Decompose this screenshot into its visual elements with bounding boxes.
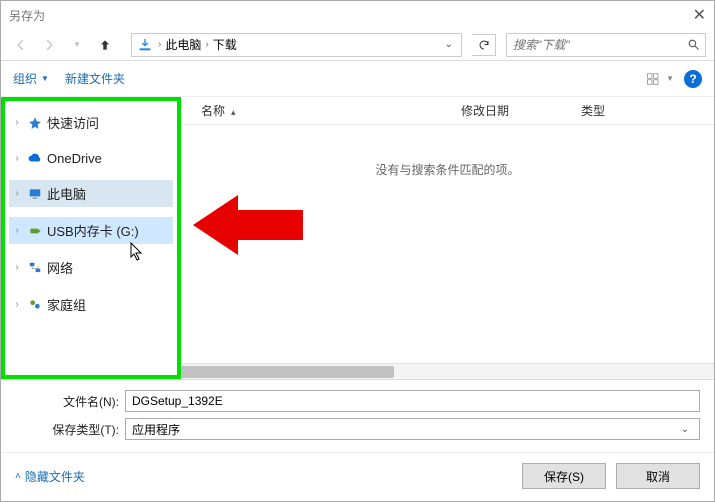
annotation-arrow [193, 185, 313, 265]
save-as-dialog: 另存为 ✕ ▾ › 此电脑 › 下载 ⌄ [0, 0, 715, 502]
recent-dropdown[interactable]: ▾ [65, 33, 89, 57]
sidebar-nav: › 快速访问 › OneDrive › 此电脑 › USB内存卡 (G:) › [1, 97, 181, 379]
help-button[interactable]: ? [684, 70, 702, 88]
cloud-icon [27, 150, 43, 166]
sort-asc-icon: ▴ [231, 107, 236, 118]
nav-bar: ▾ › 此电脑 › 下载 ⌄ [1, 29, 714, 61]
window-title: 另存为 [9, 7, 45, 24]
star-icon [27, 115, 43, 131]
up-button[interactable] [93, 33, 117, 57]
sidebar-item-label: 家庭组 [47, 295, 86, 314]
new-folder-button[interactable]: 新建文件夹 [65, 70, 125, 87]
chevron-up-icon: ˄ [15, 471, 21, 482]
breadcrumb-root[interactable]: 此电脑 [165, 36, 201, 53]
footer-fields: 文件名(N): 保存类型(T): 应用程序 ⌄ [1, 379, 714, 452]
filename-label: 文件名(N): [15, 393, 125, 410]
breadcrumb-current[interactable]: 下载 [213, 36, 237, 53]
sidebar-item-this-pc[interactable]: › 此电脑 [9, 180, 173, 207]
expander-icon[interactable]: › [11, 188, 23, 199]
column-header-date[interactable]: 修改日期 [461, 102, 581, 119]
chevron-down-icon: ⌄ [681, 424, 693, 435]
download-icon [136, 36, 154, 54]
sidebar-item-network[interactable]: › 网络 [9, 254, 173, 281]
chevron-right-icon[interactable]: › [203, 39, 210, 50]
network-icon [27, 260, 43, 276]
column-headers: 名称▴ 修改日期 类型 [181, 97, 714, 125]
breadcrumb-dropdown[interactable]: ⌄ [445, 39, 457, 50]
usb-drive-icon [27, 223, 43, 239]
expander-icon[interactable]: › [11, 153, 23, 164]
organize-label: 组织 [13, 70, 37, 87]
back-button[interactable] [9, 33, 33, 57]
sidebar-item-quick-access[interactable]: › 快速访问 [9, 109, 173, 136]
empty-message: 没有与搜索条件匹配的项。 [181, 161, 714, 178]
save-button[interactable]: 保存(S) [522, 463, 606, 489]
search-input[interactable] [507, 38, 681, 52]
expander-icon[interactable]: › [11, 225, 23, 236]
refresh-button[interactable] [472, 34, 496, 56]
column-header-name[interactable]: 名称▴ [201, 102, 461, 119]
scrollbar-thumb[interactable] [181, 366, 394, 378]
forward-button[interactable] [37, 33, 61, 57]
search-icon[interactable] [681, 38, 705, 51]
title-bar: 另存为 ✕ [1, 1, 714, 29]
sidebar-item-label: OneDrive [47, 151, 102, 166]
sidebar-item-homegroup[interactable]: › 家庭组 [9, 291, 173, 318]
filetype-value: 应用程序 [132, 421, 180, 438]
close-icon[interactable]: ✕ [693, 5, 706, 25]
chevron-right-icon[interactable]: › [156, 39, 163, 50]
hide-folders-toggle[interactable]: ˄ 隐藏文件夹 [15, 468, 85, 485]
horizontal-scrollbar[interactable] [181, 363, 714, 379]
chevron-down-icon: ▼ [41, 74, 49, 83]
chevron-down-icon: ▼ [666, 74, 674, 83]
search-box[interactable] [506, 33, 706, 57]
hide-folders-label: 隐藏文件夹 [25, 468, 85, 485]
sidebar-item-onedrive[interactable]: › OneDrive [9, 146, 173, 170]
expander-icon[interactable]: › [11, 117, 23, 128]
new-folder-label: 新建文件夹 [65, 70, 125, 87]
cancel-button[interactable]: 取消 [616, 463, 700, 489]
footer-bar: ˄ 隐藏文件夹 保存(S) 取消 [1, 452, 714, 501]
sidebar-item-label: USB内存卡 (G:) [47, 221, 139, 240]
filename-input-wrap [125, 390, 700, 412]
toolbar: 组织 ▼ 新建文件夹 ▼ ? [1, 61, 714, 97]
homegroup-icon [27, 297, 43, 313]
sidebar-item-usb-drive[interactable]: › USB内存卡 (G:) [9, 217, 173, 244]
sidebar-item-label: 此电脑 [47, 184, 86, 203]
expander-icon[interactable]: › [11, 299, 23, 310]
column-header-type[interactable]: 类型 [581, 102, 694, 119]
filetype-select[interactable]: 应用程序 ⌄ [125, 418, 700, 440]
filename-input[interactable] [132, 394, 693, 408]
computer-icon [27, 186, 43, 202]
expander-icon[interactable]: › [11, 262, 23, 273]
sidebar-item-label: 网络 [47, 258, 73, 277]
filetype-label: 保存类型(T): [15, 421, 125, 438]
view-options-button[interactable]: ▼ [646, 72, 674, 86]
breadcrumb[interactable]: › 此电脑 › 下载 ⌄ [131, 33, 462, 57]
file-list-area: 名称▴ 修改日期 类型 没有与搜索条件匹配的项。 [181, 97, 714, 379]
organize-menu[interactable]: 组织 ▼ [13, 70, 49, 87]
sidebar-item-label: 快速访问 [47, 113, 99, 132]
